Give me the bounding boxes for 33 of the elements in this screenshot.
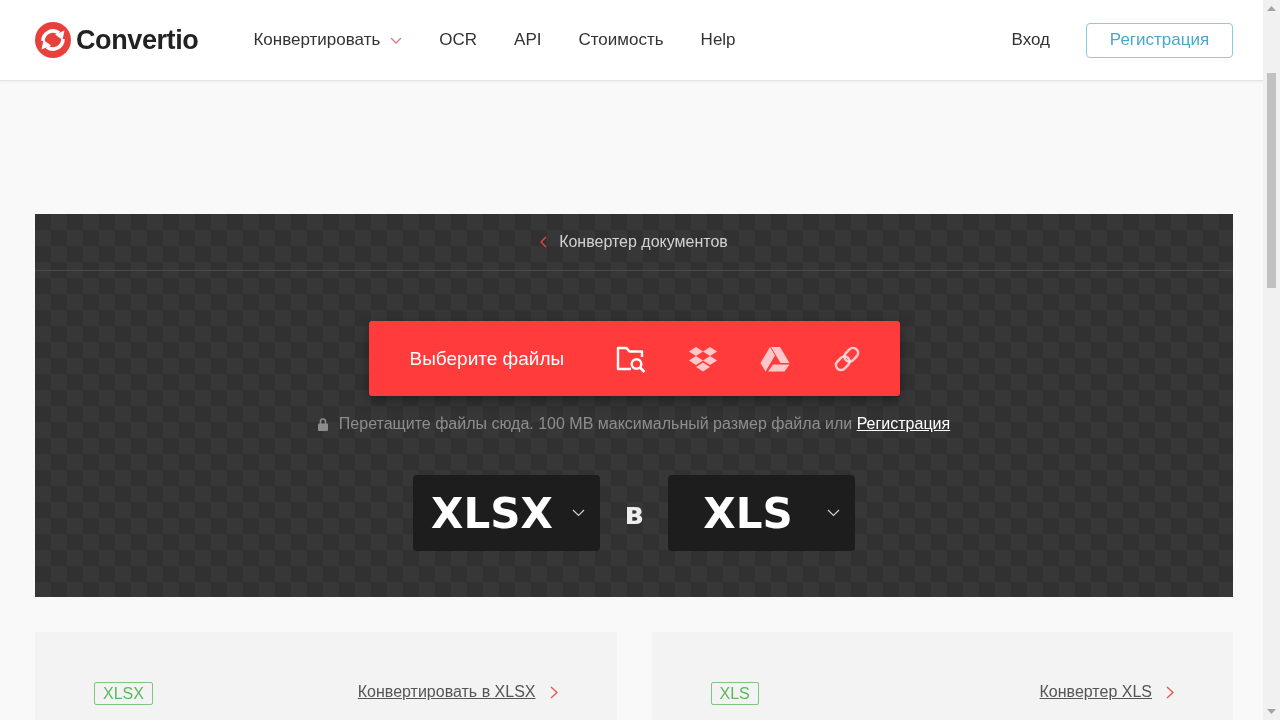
scrollbar-thumb[interactable] [1267, 73, 1276, 288]
logo-icon [35, 22, 71, 58]
nav-link[interactable]: Help [700, 30, 736, 50]
format-tag: XLSX [94, 682, 153, 705]
source-format-dropdown[interactable]: XLSX [412, 475, 600, 551]
folder-search-icon[interactable] [615, 344, 646, 373]
caret-down-icon [571, 509, 585, 517]
caret-down-icon [827, 509, 841, 517]
nav-link[interactable]: Стоимость [578, 30, 664, 50]
scroll-up-icon[interactable] [1267, 6, 1276, 11]
target-format-dropdown[interactable]: XLS [668, 475, 856, 551]
chevron-right-icon [549, 685, 558, 699]
nav-link[interactable]: API [514, 30, 542, 50]
scroll-down-icon[interactable] [1267, 709, 1276, 714]
nav-link[interactable]: OCR [439, 30, 478, 50]
converter-link[interactable]: Конвертировать в XLSX [357, 683, 558, 701]
breadcrumb-link[interactable]: Конвертер документов [540, 233, 728, 251]
format-tag: XLS [710, 682, 759, 705]
caret-down-icon [390, 36, 403, 44]
scrollbar[interactable] [1263, 0, 1280, 720]
chevron-left-icon [540, 236, 548, 248]
login-link[interactable]: Вход [1011, 30, 1050, 50]
choose-files-button[interactable]: Выберите файлы [409, 347, 616, 370]
nav-link[interactable]: Конвертировать [253, 30, 403, 50]
lock-icon [317, 417, 328, 431]
triangle-icon[interactable] [759, 345, 790, 372]
register-link[interactable]: Регистрация [856, 415, 951, 432]
upload-hint: Перетащите файлы сюда. 100 MB максимальный размер файла или Регистрация [338, 414, 951, 434]
diamonds-icon[interactable] [687, 345, 718, 372]
chevron-right-icon [1166, 685, 1174, 699]
home-logo-link[interactable]: Convertio [35, 22, 199, 58]
converter-link[interactable]: Конвертер XLS [1039, 683, 1174, 701]
joiner-text: в [624, 495, 644, 531]
